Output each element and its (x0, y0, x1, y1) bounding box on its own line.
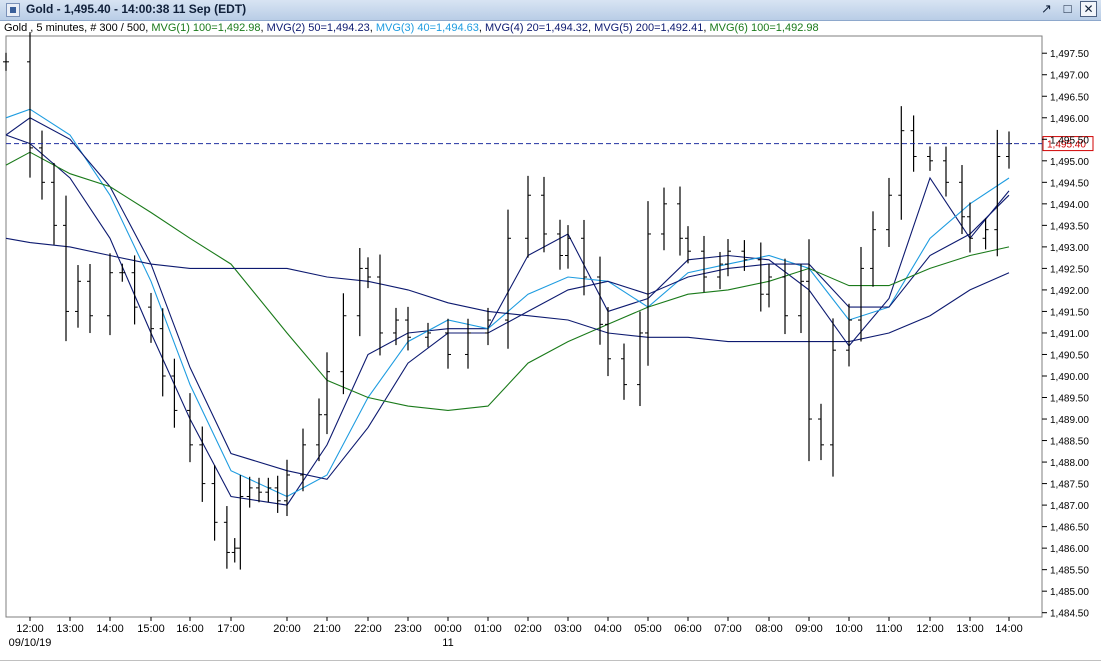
y-tick-label: 1,485.50 (1050, 566, 1089, 577)
y-tick-label: 1,495.00 (1050, 157, 1089, 168)
x-tick-label: 09:00 (795, 623, 823, 635)
x-tick-label: 07:00 (714, 623, 742, 635)
y-tick-label: 1,492.50 (1050, 264, 1089, 275)
y-tick-label: 1,494.50 (1050, 178, 1089, 189)
y-tick-label: 1,489.50 (1050, 394, 1089, 405)
x-tick-label: 17:00 (217, 623, 245, 635)
y-tick-label: 1,495.50 (1050, 135, 1089, 146)
x-tick-label: 20:00 (273, 623, 301, 635)
y-tick-label: 1,486.00 (1050, 544, 1089, 555)
y-tick-label: 1,485.00 (1050, 587, 1089, 598)
y-tick-label: 1,497.50 (1050, 49, 1089, 60)
y-tick-label: 1,484.50 (1050, 609, 1089, 620)
x-tick-label: 01:00 (474, 623, 502, 635)
chart-window: Gold - 1,495.40 - 14:00:38 11 Sep (EDT) … (0, 0, 1101, 667)
x-tick-label: 04:00 (594, 623, 622, 635)
price-axis[interactable]: 1,484.50 1,485.00 1,485.50 1,486.00 1,486.50… (1042, 49, 1089, 620)
x-tick-label: 02:00 (514, 623, 542, 635)
y-tick-label: 1,490.50 (1050, 350, 1089, 361)
x-tick-label: 16:00 (176, 623, 204, 635)
plot-area (5, 35, 1043, 618)
y-tick-label: 1,497.00 (1050, 71, 1089, 82)
date-label: 09/10/19 (9, 637, 52, 649)
date-label: 11 (442, 637, 453, 649)
y-tick-label: 1,488.00 (1050, 458, 1089, 469)
x-tick-label: 06:00 (674, 623, 702, 635)
x-tick-label: 08:00 (755, 623, 783, 635)
x-tick-label: 12:00 (16, 623, 44, 635)
x-tick-label: 15:00 (137, 623, 165, 635)
x-tick-label: 22:00 (354, 623, 382, 635)
plot-frame (5, 35, 1043, 618)
y-tick-label: 1,493.50 (1050, 221, 1089, 232)
y-tick-label: 1,496.00 (1050, 114, 1089, 125)
x-tick-label: 14:00 (96, 623, 124, 635)
y-tick-label: 1,490.00 (1050, 372, 1089, 383)
y-tick-label: 1,487.00 (1050, 501, 1089, 512)
y-tick-label: 1,489.00 (1050, 415, 1089, 426)
x-tick-label: 13:00 (956, 623, 984, 635)
y-tick-label: 1,491.00 (1050, 329, 1089, 340)
x-tick-label: 21:00 (313, 623, 341, 635)
price-chart[interactable]: 1,495.40 1,484.501,485.001,485.501,486.0… (0, 0, 1101, 666)
x-tick-label: 10:00 (835, 623, 863, 635)
x-tick-label: 03:00 (554, 623, 582, 635)
x-tick-label: 14:00 (995, 623, 1023, 635)
y-tick-label: 1,486.50 (1050, 523, 1089, 534)
y-tick-label: 1,487.50 (1050, 480, 1089, 491)
y-tick-label: 1,493.00 (1050, 243, 1089, 254)
y-tick-label: 1,492.00 (1050, 286, 1089, 297)
x-tick-label: 12:00 (916, 623, 944, 635)
x-tick-label: 11:00 (876, 623, 903, 635)
y-tick-label: 1,491.50 (1050, 307, 1089, 318)
x-tick-label: 00:00 (434, 623, 462, 635)
x-tick-label: 23:00 (394, 623, 422, 635)
y-tick-label: 1,494.00 (1050, 200, 1089, 211)
x-tick-label: 13:00 (56, 623, 84, 635)
time-axis[interactable]: 12:00 13:00 14:00 15:00 16:00 17:00 20:00 21:00… (9, 617, 1023, 649)
y-tick-label: 1,496.50 (1050, 92, 1089, 103)
y-tick-label: 1,488.50 (1050, 437, 1089, 448)
x-tick-label: 05:00 (634, 623, 662, 635)
